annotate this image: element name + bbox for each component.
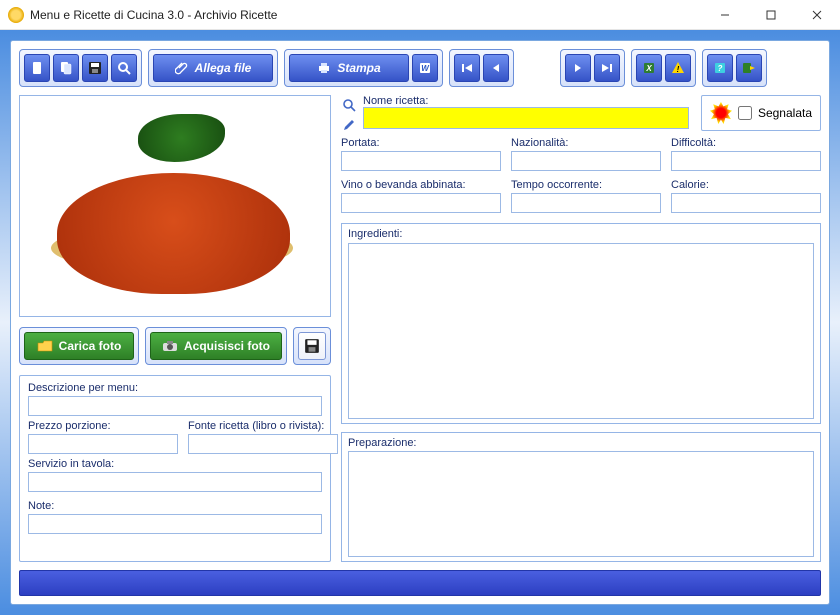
zoom-icon[interactable]: [341, 97, 357, 113]
attach-label: Allega file: [195, 61, 252, 75]
window-title: Menu e Ricette di Cucina 3.0 - Archivio …: [30, 8, 702, 22]
acquire-photo-label: Acquisisci foto: [184, 339, 270, 353]
svg-text:X: X: [645, 64, 652, 73]
preparazione-label: Preparazione:: [348, 437, 814, 449]
flagged-checkbox[interactable]: [738, 106, 752, 120]
toolbar: Allega file Stampa W: [19, 49, 821, 87]
nav-prev-button[interactable]: [483, 54, 509, 82]
service-label: Servizio in tavola:: [28, 458, 322, 470]
tempo-input[interactable]: [511, 193, 661, 213]
vino-input[interactable]: [341, 193, 501, 213]
warning-button[interactable]: !: [665, 54, 691, 82]
flagged-label: Segnalata: [758, 106, 812, 120]
ingredienti-textarea[interactable]: [348, 243, 814, 419]
recipe-photo: [19, 95, 331, 317]
exit-button[interactable]: [736, 54, 762, 82]
difficolta-input[interactable]: [671, 151, 821, 171]
search-button[interactable]: [111, 54, 137, 82]
attach-file-button[interactable]: Allega file: [153, 54, 273, 82]
portata-label: Portata:: [341, 137, 501, 149]
save-button[interactable]: [82, 54, 108, 82]
note-input[interactable]: [28, 514, 322, 534]
minimize-button[interactable]: [702, 0, 748, 30]
nav-first-button[interactable]: [454, 54, 480, 82]
close-button[interactable]: [794, 0, 840, 30]
maximize-button[interactable]: [748, 0, 794, 30]
nazionalita-input[interactable]: [511, 151, 661, 171]
load-photo-label: Carica foto: [59, 339, 122, 353]
save-photo-button[interactable]: [298, 332, 326, 360]
statusbar: [19, 570, 821, 596]
tempo-label: Tempo occorrente:: [511, 179, 661, 191]
service-input[interactable]: [28, 472, 322, 492]
export-excel-button[interactable]: X: [636, 54, 662, 82]
difficolta-label: Difficoltà:: [671, 137, 821, 149]
nav-last-button[interactable]: [594, 54, 620, 82]
svg-text:?: ?: [718, 64, 723, 73]
price-input[interactable]: [28, 434, 178, 454]
vino-label: Vino o bevanda abbinata:: [341, 179, 501, 191]
export-word-button[interactable]: W: [412, 54, 438, 82]
ingredients-box: Ingredienti:: [341, 223, 821, 424]
preparazione-textarea[interactable]: [348, 451, 814, 557]
note-label: Note:: [28, 500, 322, 512]
recipe-name-input[interactable]: [363, 107, 689, 129]
desc-label: Descrizione per menu:: [28, 382, 322, 394]
svg-text:!: !: [677, 65, 680, 74]
new-button[interactable]: [24, 54, 50, 82]
help-button[interactable]: ?: [707, 54, 733, 82]
nav-next-button[interactable]: [565, 54, 591, 82]
source-label: Fonte ricetta (libro o rivista):: [188, 420, 338, 432]
acquire-photo-button[interactable]: Acquisisci foto: [150, 332, 282, 360]
portata-input[interactable]: [341, 151, 501, 171]
flag-burst-icon: [710, 102, 732, 124]
source-input[interactable]: [188, 434, 338, 454]
preparation-box: Preparazione:: [341, 432, 821, 562]
price-label: Prezzo porzione:: [28, 420, 178, 432]
print-label: Stampa: [337, 61, 380, 75]
ingredienti-label: Ingredienti:: [348, 228, 814, 240]
copy-button[interactable]: [53, 54, 79, 82]
flagged-box: Segnalata: [701, 95, 821, 131]
print-button[interactable]: Stampa: [289, 54, 409, 82]
titlebar: Menu e Ricette di Cucina 3.0 - Archivio …: [0, 0, 840, 30]
app-icon: [8, 7, 24, 23]
left-fieldset: Descrizione per menu: Prezzo porzione: F…: [19, 375, 331, 562]
name-label: Nome ricetta:: [363, 95, 428, 107]
desc-input[interactable]: [28, 396, 322, 416]
edit-icon[interactable]: [341, 117, 357, 133]
load-photo-button[interactable]: Carica foto: [24, 332, 134, 360]
nazionalita-label: Nazionalità:: [511, 137, 661, 149]
calorie-input[interactable]: [671, 193, 821, 213]
calorie-label: Calorie:: [671, 179, 821, 191]
